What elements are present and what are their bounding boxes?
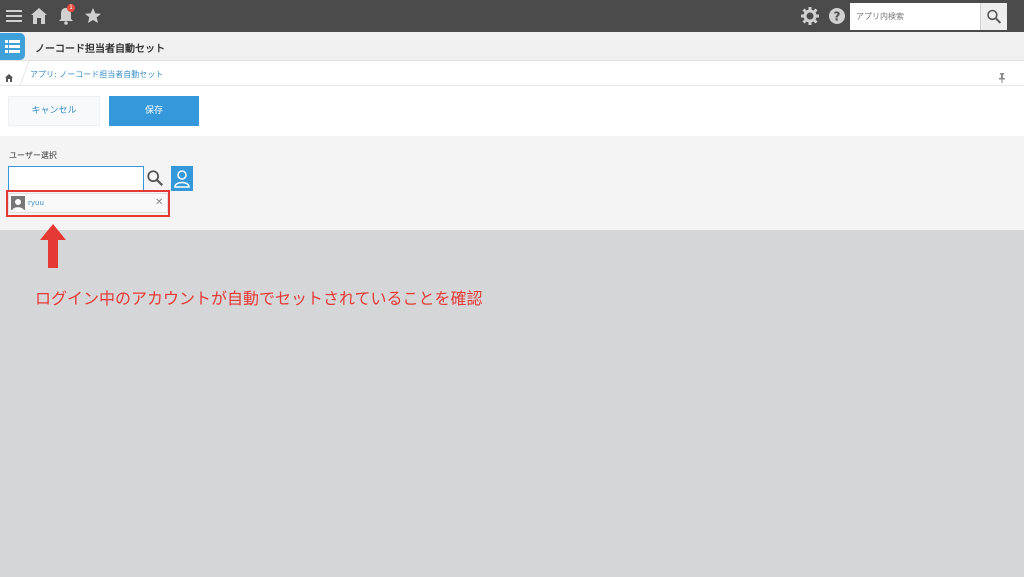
- user-field-label: ユーザー選択: [9, 151, 57, 160]
- app-search: [850, 3, 1007, 30]
- breadcrumb: アプリ: ノーコード担当者自動セット: [0, 61, 1024, 86]
- app-title-bar: ノーコード担当者自動セット: [0, 32, 1024, 61]
- annotation-arrow-icon: [40, 224, 66, 268]
- app-search-input[interactable]: [850, 3, 980, 30]
- user-select-input[interactable]: [8, 166, 144, 191]
- search-icon[interactable]: [146, 169, 164, 187]
- app-name: ノーコード担当者自動セット: [35, 44, 165, 55]
- search-button[interactable]: [980, 3, 1007, 30]
- annotation-highlight-box: [6, 190, 170, 217]
- gear-icon[interactable]: [800, 6, 820, 26]
- menu-icon[interactable]: [4, 6, 24, 26]
- search-icon: [987, 9, 1002, 24]
- save-button[interactable]: 保存: [109, 96, 199, 126]
- svg-text:?: ?: [834, 10, 841, 24]
- help-icon[interactable]: ?: [827, 6, 847, 26]
- star-icon[interactable]: [83, 6, 103, 26]
- home-icon[interactable]: [29, 6, 49, 26]
- action-bar: キャンセル 保存: [0, 86, 1024, 136]
- breadcrumb-app-link[interactable]: アプリ: ノーコード担当者自動セット: [30, 69, 163, 80]
- annotation-text: ログイン中のアカウントが自動でセットされていることを確認: [35, 289, 483, 308]
- user-picker-button[interactable]: [171, 166, 193, 191]
- global-header: 1 ?: [0, 0, 1024, 32]
- record-form: ユーザー選択 ryuu ✕: [0, 136, 1024, 230]
- user-icon: [174, 170, 190, 188]
- app-list-icon[interactable]: [0, 33, 25, 60]
- notification-badge: 1: [67, 4, 75, 12]
- home-icon[interactable]: [4, 68, 14, 82]
- cancel-button[interactable]: キャンセル: [8, 96, 100, 126]
- pin-icon[interactable]: [997, 68, 1007, 83]
